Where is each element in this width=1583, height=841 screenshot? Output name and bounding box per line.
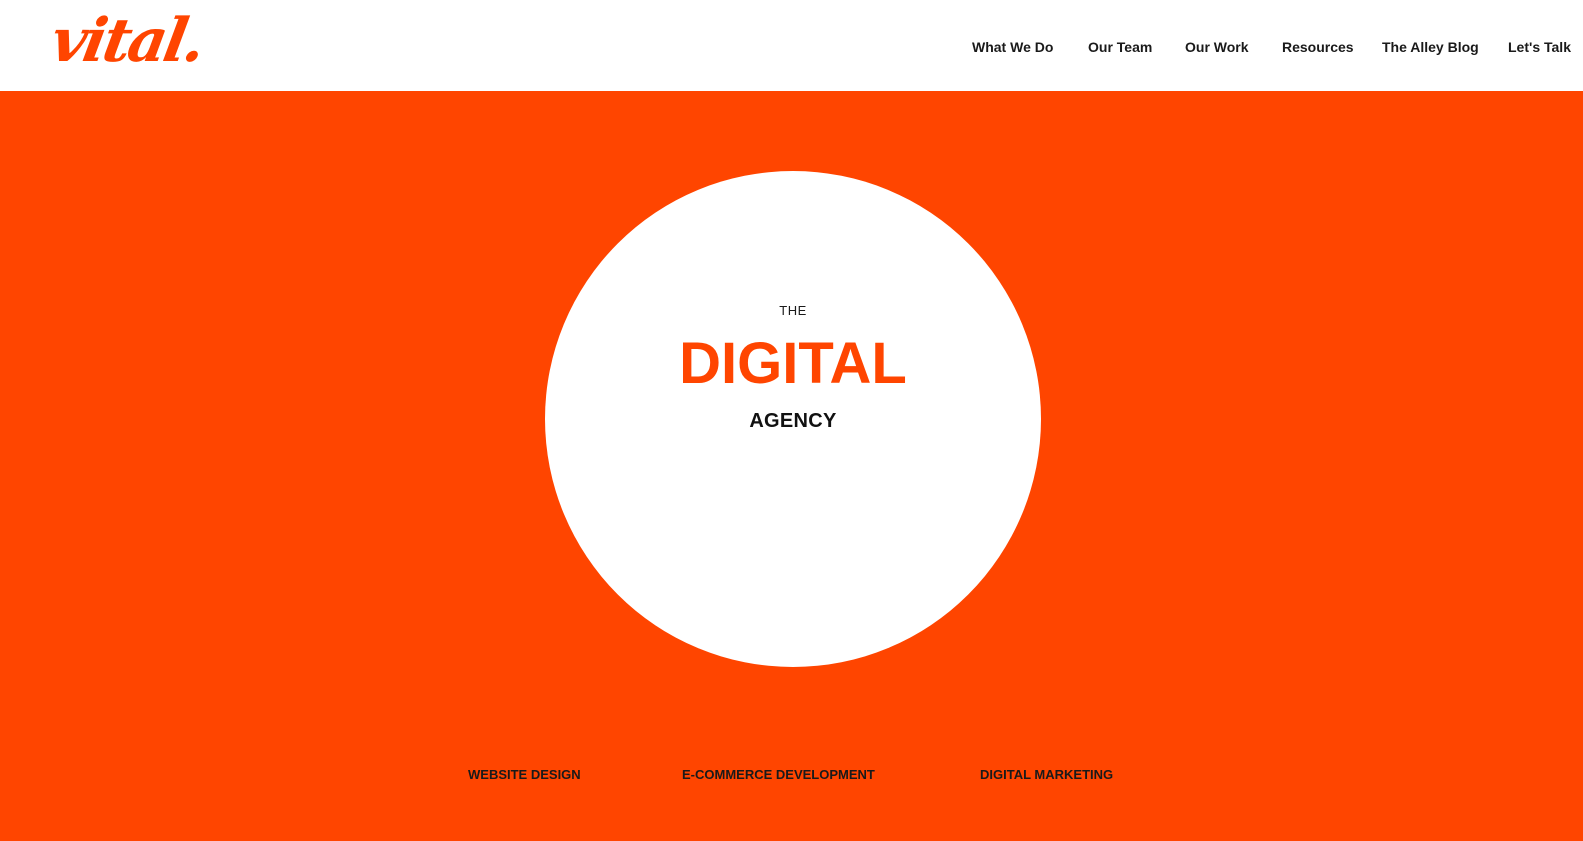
nav-item-the-alley-blog[interactable]: The Alley Blog [1382, 37, 1479, 57]
hero-title: DIGITAL [679, 331, 907, 396]
hero-section: THE DIGITAL AGENCY WEBSITE DESIGN E-COMM… [0, 91, 1583, 841]
hero-subtitle: AGENCY [749, 410, 837, 432]
service-link-ecommerce-development[interactable]: E-COMMERCE DEVELOPMENT [682, 766, 875, 784]
site-header: vital. What We Do Our Team Our Work Reso… [0, 0, 1583, 91]
service-link-website-design[interactable]: WEBSITE DESIGN [468, 766, 581, 784]
nav-item-what-we-do[interactable]: What We Do [972, 37, 1053, 57]
hero-pre-title: THE [779, 303, 807, 318]
nav-item-our-team[interactable]: Our Team [1088, 37, 1152, 57]
nav-item-lets-talk[interactable]: Let's Talk [1508, 37, 1571, 57]
nav-item-our-work[interactable]: Our Work [1185, 37, 1249, 57]
main-nav: What We Do Our Team Our Work Resources T… [0, 37, 1583, 57]
service-link-digital-marketing[interactable]: DIGITAL MARKETING [980, 766, 1113, 784]
hero-circle: THE DIGITAL AGENCY [545, 171, 1041, 667]
nav-item-resources[interactable]: Resources [1282, 37, 1354, 57]
